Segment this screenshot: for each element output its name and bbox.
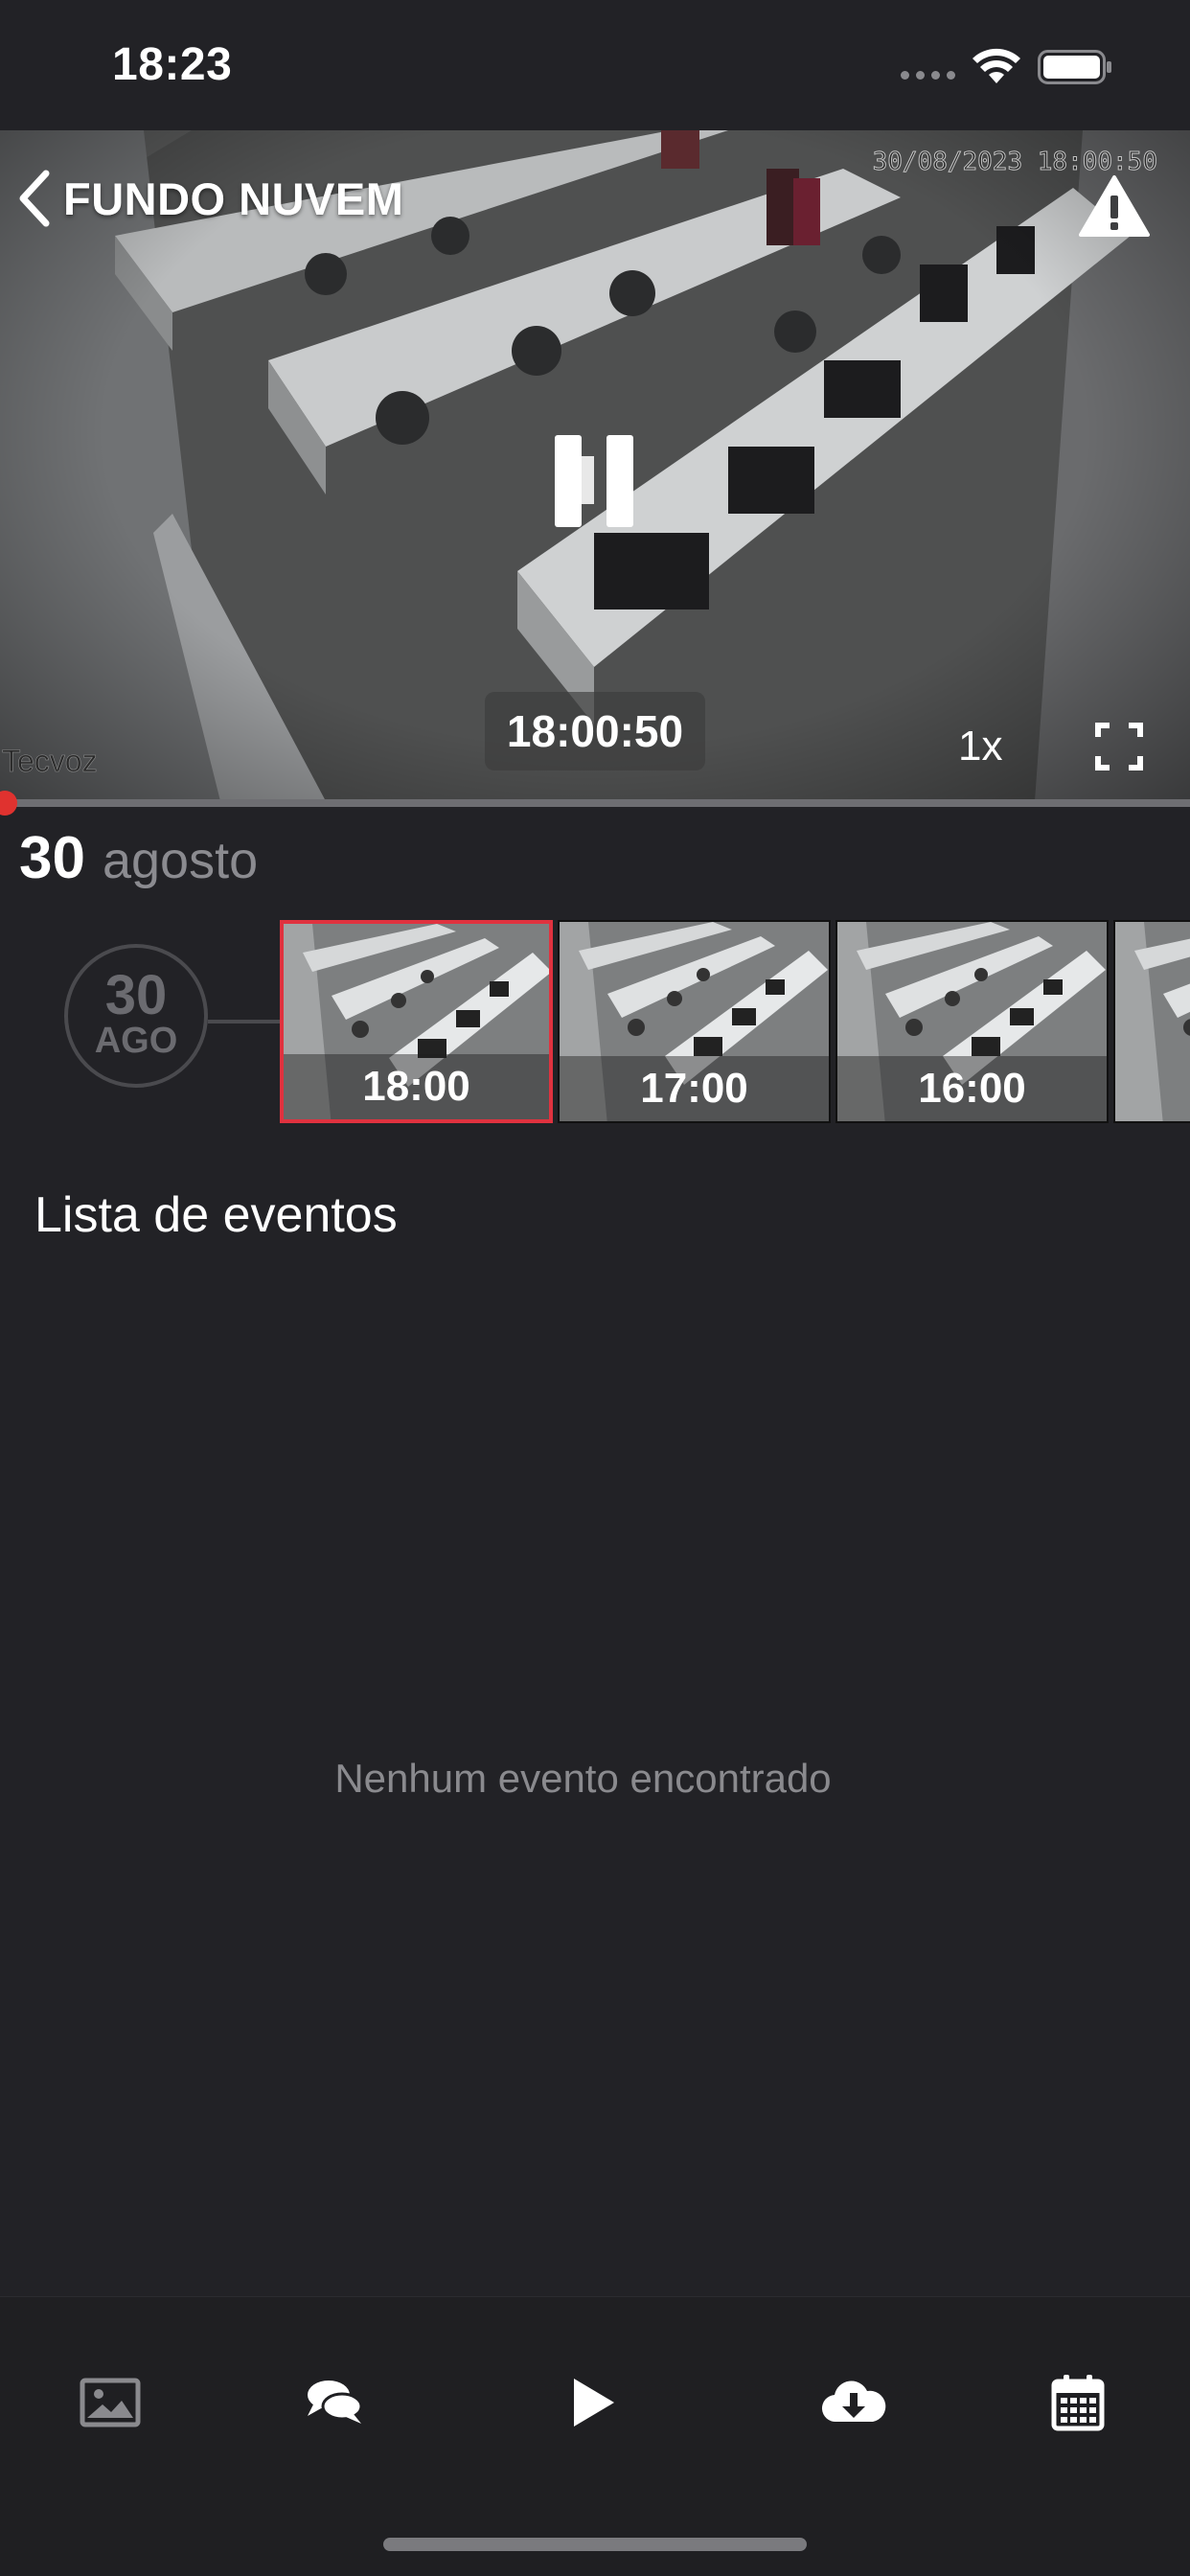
download-button[interactable] [811, 2364, 897, 2441]
current-time-display: 18:00:50 [485, 692, 705, 770]
events-list-title: Lista de eventos [34, 1187, 398, 1243]
home-indicator [383, 2538, 807, 2551]
camera-timestamp-overlay: 30/08/2023 18:00:50 [872, 148, 1157, 177]
recording-thumbnail[interactable]: 17:00 [558, 920, 831, 1123]
camera-watermark: Tecvoz [2, 744, 98, 779]
snapshot-button[interactable] [67, 2364, 153, 2441]
back-button[interactable]: FUNDO NUVEM [13, 164, 403, 233]
cloud-download-icon [821, 2380, 886, 2423]
wifi-icon [973, 48, 1020, 83]
pause-button[interactable] [551, 435, 637, 527]
fullscreen-icon[interactable] [1094, 722, 1144, 771]
play-icon [574, 2379, 614, 2426]
date-header-day: 30 [19, 825, 85, 891]
calendar-icon [1051, 2375, 1105, 2431]
timeline-date-circle[interactable]: 30 AGO [64, 944, 208, 1088]
recording-thumbnail[interactable]: 16:00 [835, 920, 1109, 1123]
cellular-signal-icon [901, 71, 955, 80]
video-player[interactable]: FUNDO NUVEM 30/08/2023 18:00:50 18:00:50… [0, 130, 1190, 801]
calendar-button[interactable] [1035, 2364, 1121, 2441]
warning-icon[interactable] [1079, 174, 1150, 238]
camera-name: FUNDO NUVEM [63, 172, 404, 224]
status-time: 18:23 [112, 39, 233, 90]
recording-preview-image [1115, 922, 1190, 1121]
chevron-left-icon [19, 170, 50, 227]
date-header: 30 agosto [19, 824, 258, 891]
recording-thumbnail[interactable]: 18:00 [280, 920, 553, 1123]
timeline-date-month: AGO [94, 1021, 178, 1061]
playback-progress-bar[interactable] [0, 799, 1190, 807]
recording-thumbnail[interactable] [1113, 920, 1190, 1123]
battery-icon [1038, 50, 1111, 84]
status-bar: 18:23 [0, 0, 1190, 130]
playback-speed-button[interactable]: 1x [958, 723, 1002, 770]
playback-screen: 18:23 FUNDO NUVEM 30/08/2023 18:00:50 18… [0, 0, 1190, 2576]
recordings-timeline[interactable]: 30 AGO 18:00 17:00 16:00 [0, 915, 1190, 1126]
date-header-month: agosto [102, 832, 259, 889]
recording-time-label: 17:00 [560, 1056, 829, 1121]
recording-time-label: 18:00 [284, 1054, 549, 1119]
timeline-connector [208, 1020, 280, 1024]
bottom-toolbar [0, 2296, 1190, 2576]
timeline-date-day: 30 [104, 964, 168, 1026]
play-button[interactable] [550, 2364, 636, 2441]
events-empty-message: Nenhum evento encontrado [334, 1756, 832, 1801]
image-icon [80, 2378, 141, 2427]
recording-time-label: 16:00 [837, 1056, 1107, 1121]
chat-icon [308, 2380, 363, 2424]
chat-button[interactable] [291, 2364, 378, 2441]
